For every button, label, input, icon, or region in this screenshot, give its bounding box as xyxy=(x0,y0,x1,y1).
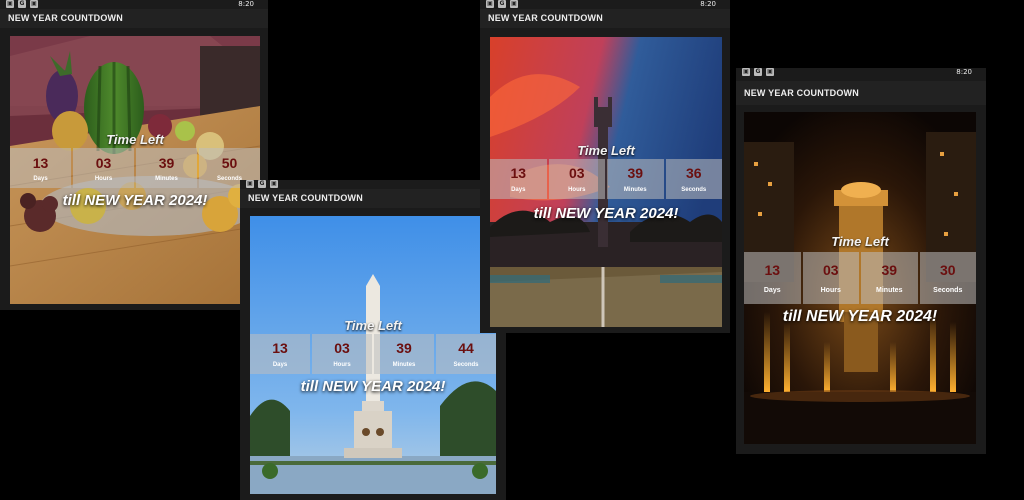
seconds-counter: 36 Seconds xyxy=(665,159,722,199)
seconds-label: Seconds xyxy=(453,362,479,368)
google-icon: G xyxy=(258,180,266,188)
countdown-boxes: 13 Days 03 Hours 39 Minutes 44 Seconds xyxy=(250,334,496,374)
status-time: 8:20 xyxy=(238,0,254,8)
seconds-value: 30 xyxy=(939,262,956,278)
seconds-counter: 30 Seconds xyxy=(919,252,976,304)
till-new-year-message: till NEW YEAR 2024! xyxy=(533,205,679,222)
obelisk-sunset-photo: Time Left 13 Days 03 Hours 39 Minutes 36 Sec… xyxy=(490,37,722,327)
phone-screen-1: ▣ G ▣ 8:20 NEW YEAR COUNTDOWN Time Left … xyxy=(0,0,268,310)
image-icon: ▣ xyxy=(246,180,254,188)
countdown-boxes: 13 Days 03 Hours 39 Minutes 30 Seconds xyxy=(744,252,976,304)
notification-icon: ▣ xyxy=(766,68,774,76)
time-left-label: Time Left xyxy=(831,234,889,249)
countdown-boxes: 13 Days 03 Hours 39 Minutes 36 Seconds xyxy=(490,159,722,199)
days-counter: 13 Days xyxy=(490,159,547,199)
minutes-counter: 39 Minutes xyxy=(136,148,197,188)
phone-screen-4: ▣ G ▣ 8:20 NEW YEAR COUNTDOWN Time Left … xyxy=(736,68,986,454)
phone-screen-3: ▣ G ▣ 8:20 NEW YEAR COUNTDOWN Time Left … xyxy=(480,0,730,333)
app-title: NEW YEAR COUNTDOWN xyxy=(480,9,730,28)
seconds-value: 44 xyxy=(458,340,474,356)
days-label: Days xyxy=(272,362,288,368)
google-icon: G xyxy=(754,68,762,76)
minutes-value: 39 xyxy=(396,340,412,356)
hours-label: Hours xyxy=(94,176,113,182)
hours-label: Hours xyxy=(568,187,586,193)
app-title: NEW YEAR COUNTDOWN xyxy=(736,81,986,105)
minutes-label: Minutes xyxy=(155,176,178,182)
image-icon: ▣ xyxy=(6,0,14,8)
rizal-monument-photo: Time Left 13 Days 03 Hours 39 Minutes 44 Sec… xyxy=(250,216,496,494)
seconds-label: Seconds xyxy=(933,287,963,294)
seconds-label: Seconds xyxy=(681,187,707,193)
notification-icon: ▣ xyxy=(30,0,38,8)
days-counter: 13 Days xyxy=(250,334,310,374)
minutes-value: 39 xyxy=(881,262,898,278)
fruit-basket-photo: Time Left 13 Days 03 Hours 39 Minutes 50 Sec… xyxy=(10,36,260,304)
hours-counter: 03 Hours xyxy=(548,159,605,199)
minutes-counter: 39 Minutes xyxy=(607,159,664,199)
days-label: Days xyxy=(33,176,48,182)
days-value: 13 xyxy=(510,165,527,181)
till-new-year-message: till NEW YEAR 2024! xyxy=(300,378,446,395)
days-counter: 13 Days xyxy=(10,148,71,188)
app-title: NEW YEAR COUNTDOWN xyxy=(0,9,268,28)
phone-screen-2: ▣ G ▣ NEW YEAR COUNTDOWN Time Left 13 Da… xyxy=(240,180,506,500)
status-bar: ▣ G ▣ 8:20 xyxy=(0,0,268,9)
time-left-label: Time Left xyxy=(106,132,164,147)
minutes-value: 39 xyxy=(627,165,644,181)
minutes-counter: 39 Minutes xyxy=(374,334,434,374)
till-new-year-message: till NEW YEAR 2024! xyxy=(782,308,938,325)
status-bar: ▣ G ▣ 8:20 xyxy=(736,68,986,77)
night-fountain-photo: Time Left 13 Days 03 Hours 39 Minutes 30 Sec… xyxy=(744,112,976,444)
app-title: NEW YEAR COUNTDOWN xyxy=(240,189,506,208)
time-left-label: Time Left xyxy=(344,318,402,333)
status-time: 8:20 xyxy=(956,68,972,76)
minutes-value: 39 xyxy=(158,155,175,171)
hours-value: 03 xyxy=(334,340,350,356)
seconds-counter: 44 Seconds xyxy=(436,334,496,374)
seconds-value: 50 xyxy=(221,155,238,171)
status-time: 8:20 xyxy=(700,0,716,8)
notification-icon: ▣ xyxy=(270,180,278,188)
hours-value: 03 xyxy=(95,155,112,171)
minutes-label: Minutes xyxy=(392,362,416,368)
hours-label: Hours xyxy=(333,362,351,368)
status-bar: ▣ G ▣ 8:20 xyxy=(480,0,730,9)
minutes-label: Minutes xyxy=(623,187,647,193)
image-icon: ▣ xyxy=(486,0,494,8)
hours-value: 03 xyxy=(568,165,585,181)
days-value: 13 xyxy=(272,340,288,356)
time-left-label: Time Left xyxy=(577,143,635,158)
days-value: 13 xyxy=(764,262,781,278)
google-icon: G xyxy=(498,0,506,8)
days-value: 13 xyxy=(32,155,49,171)
hours-counter: 03 Hours xyxy=(312,334,372,374)
minutes-label: Minutes xyxy=(876,287,903,294)
countdown-boxes: 13 Days 03 Hours 39 Minutes 50 Seconds xyxy=(10,148,260,188)
days-label: Days xyxy=(511,187,526,193)
days-label: Days xyxy=(763,287,781,294)
hours-value: 03 xyxy=(822,262,839,278)
hours-counter: 03 Hours xyxy=(802,252,859,304)
image-icon: ▣ xyxy=(742,68,750,76)
hours-counter: 03 Hours xyxy=(73,148,134,188)
days-counter: 13 Days xyxy=(744,252,801,304)
till-new-year-message: till NEW YEAR 2024! xyxy=(62,192,208,209)
minutes-counter: 39 Minutes xyxy=(861,252,918,304)
google-icon: G xyxy=(18,0,26,8)
status-bar: ▣ G ▣ xyxy=(240,180,506,189)
seconds-value: 36 xyxy=(685,165,702,181)
hours-label: Hours xyxy=(820,287,841,294)
notification-icon: ▣ xyxy=(510,0,518,8)
